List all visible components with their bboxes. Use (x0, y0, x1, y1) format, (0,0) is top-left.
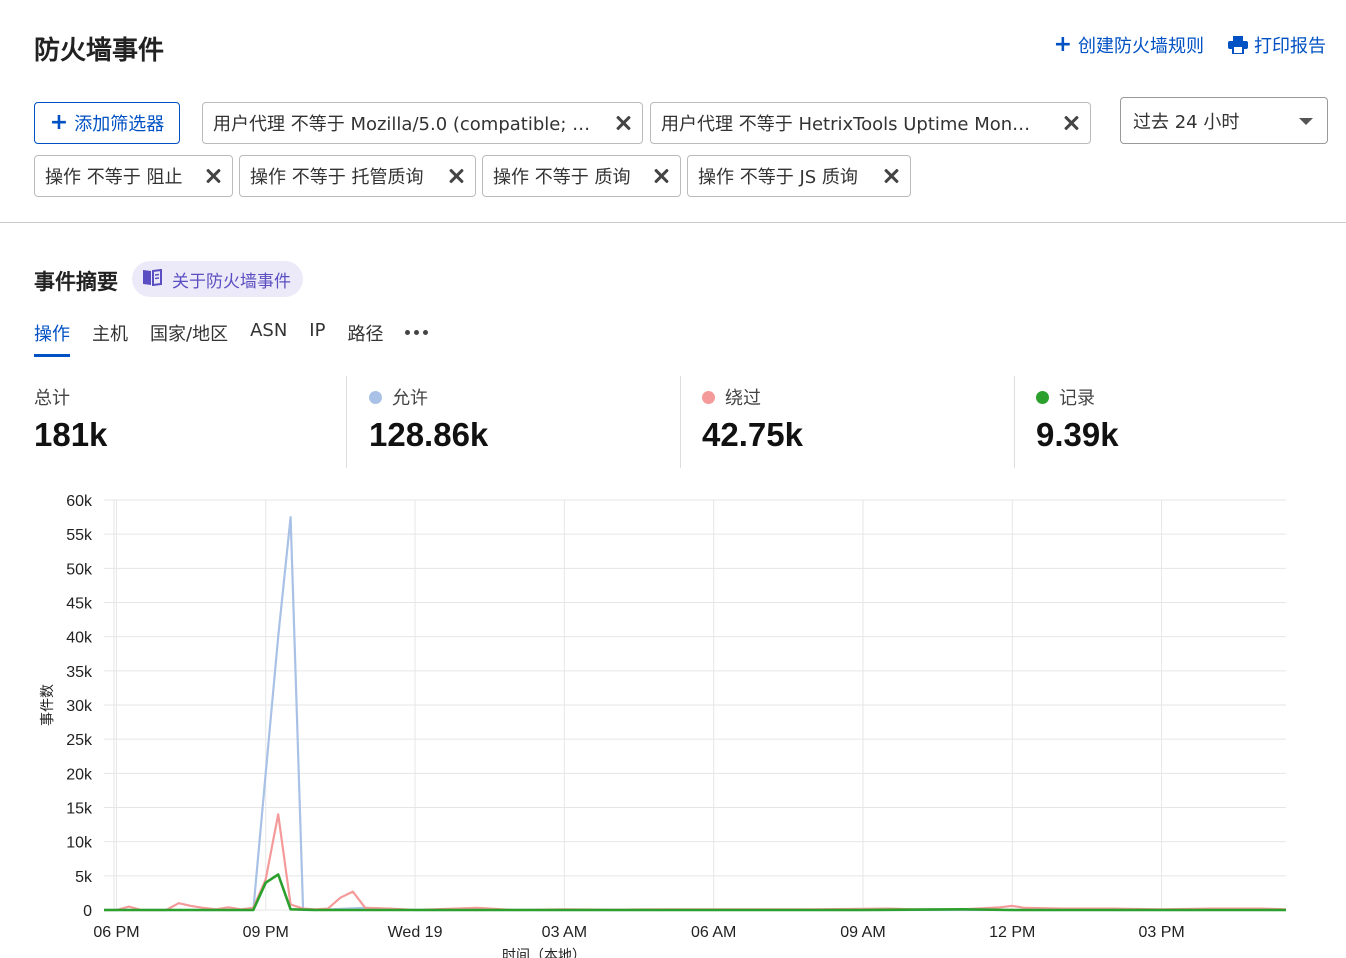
time-range-select[interactable]: 过去 24 小时 (1120, 97, 1328, 144)
y-tick-label: 35k (66, 664, 93, 681)
stat-log: 记录 9.39k (1036, 376, 1119, 468)
stat-value: 181k (34, 416, 108, 453)
y-tick-label: 25k (66, 732, 93, 749)
printer-icon (1228, 36, 1248, 54)
series-line (104, 813, 1287, 912)
stat-label: 总计 (34, 388, 70, 409)
x-tick-label: Wed 19 (388, 924, 443, 941)
y-tick-label: 0 (83, 903, 92, 920)
create-rule-label: 创建防火墙规则 (1078, 36, 1204, 57)
stat-allow: 允许 128.86k (369, 376, 488, 468)
stat-label: 绕过 (725, 388, 761, 409)
more-icon[interactable] (405, 320, 429, 338)
close-icon[interactable] (614, 114, 632, 132)
x-tick-label: 12 PM (989, 924, 1035, 941)
log-dot-icon (1036, 390, 1049, 404)
y-tick-label: 45k (66, 596, 93, 613)
x-tick-label: 06 AM (691, 924, 736, 941)
y-tick-label: 15k (66, 801, 93, 818)
stat-divider (346, 376, 347, 468)
about-firewall-events-link[interactable]: 关于防火墙事件 (132, 261, 303, 297)
filter-chip-label: 操作 不等于 阻止 (45, 167, 183, 188)
filter-chip[interactable]: 操作 不等于 托管质询 (239, 155, 476, 197)
x-axis-title: 时间（本地） (502, 948, 586, 958)
plus-icon: + (49, 110, 69, 135)
series-line (104, 516, 1286, 912)
filter-chip-label: 用户代理 不等于 Mozilla/5.0 (compatible; … (213, 114, 591, 135)
series-line (104, 873, 1286, 912)
close-icon[interactable] (1062, 114, 1080, 132)
filter-chip[interactable]: 用户代理 不等于 Mozilla/5.0 (compatible; … (202, 102, 643, 144)
filter-chip[interactable]: 操作 不等于 质询 (482, 155, 681, 197)
filter-chip-label: 操作 不等于 质询 (493, 167, 631, 188)
x-tick-label: 09 AM (840, 924, 885, 941)
close-icon[interactable] (204, 167, 222, 185)
close-icon[interactable] (652, 167, 670, 185)
filter-chip-label: 操作 不等于 托管质询 (250, 167, 424, 188)
close-icon[interactable] (882, 167, 900, 185)
events-line-chart: 0 5k 10k 15k 20k 25k 30k 35k 40k 45k 50k 55k 60k 06 P… (40, 493, 1287, 958)
time-range-value: 过去 24 小时 (1133, 111, 1240, 133)
y-tick-label: 30k (66, 698, 93, 715)
filter-chip-label: 操作 不等于 JS 质询 (698, 167, 858, 188)
tab-ip[interactable]: IP (309, 320, 325, 357)
stat-label: 记录 (1059, 388, 1095, 409)
stat-value: 42.75k (702, 416, 803, 453)
y-tick-label: 5k (75, 869, 93, 886)
tab-asn[interactable]: ASN (250, 320, 287, 357)
tab-host[interactable]: 主机 (92, 320, 128, 357)
filter-chip-label: 用户代理 不等于 HetrixTools Uptime Mon… (661, 114, 1031, 135)
stat-label: 允许 (392, 388, 428, 409)
summary-title: 事件摘要 (34, 270, 118, 294)
print-report-link[interactable]: 打印报告 (1228, 32, 1326, 58)
x-tick-label: 06 PM (93, 924, 139, 941)
top-actions: + 创建防火墙规则 打印报告 (1054, 32, 1326, 58)
stat-value: 128.86k (369, 416, 489, 453)
filter-chip[interactable]: 操作 不等于 JS 质询 (687, 155, 911, 197)
about-link-label: 关于防火墙事件 (172, 271, 291, 292)
y-tick-label: 40k (66, 630, 93, 647)
add-filter-label: 添加筛选器 (74, 114, 165, 135)
divider (0, 222, 1346, 223)
x-tick-label: 03 PM (1138, 924, 1184, 941)
create-rule-link[interactable]: + 创建防火墙规则 (1054, 32, 1204, 58)
tab-action[interactable]: 操作 (34, 320, 70, 357)
y-tick-label: 60k (66, 493, 93, 510)
tab-country[interactable]: 国家/地区 (150, 320, 228, 357)
book-icon (142, 268, 162, 291)
plus-icon: + (1053, 32, 1072, 57)
allow-dot-icon (369, 390, 382, 404)
stat-value: 9.39k (1036, 416, 1119, 453)
stat-total: 总计 181k (34, 376, 107, 468)
chevron-down-icon (1299, 118, 1313, 125)
y-axis-title: 事件数 (40, 684, 56, 726)
add-filter-button[interactable]: + 添加筛选器 (34, 102, 180, 144)
y-tick-label: 50k (66, 561, 93, 578)
stat-divider (1014, 376, 1015, 468)
print-report-label: 打印报告 (1254, 36, 1326, 57)
filter-chip[interactable]: 操作 不等于 阻止 (34, 155, 233, 197)
x-tick-label: 09 PM (243, 924, 289, 941)
summary-tabs: 操作 主机 国家/地区 ASN IP 路径 (34, 320, 429, 357)
filter-chip[interactable]: 用户代理 不等于 HetrixTools Uptime Mon… (650, 102, 1091, 144)
stat-divider (680, 376, 681, 468)
stat-bypass: 绕过 42.75k (702, 376, 803, 468)
close-icon[interactable] (447, 167, 465, 185)
x-tick-label: 03 AM (542, 924, 587, 941)
y-tick-label: 10k (66, 835, 93, 852)
y-tick-label: 20k (66, 766, 93, 783)
y-tick-label: 55k (66, 527, 93, 544)
tab-path[interactable]: 路径 (347, 320, 383, 357)
page-title: 防火墙事件 (34, 36, 165, 66)
bypass-dot-icon (702, 390, 715, 404)
